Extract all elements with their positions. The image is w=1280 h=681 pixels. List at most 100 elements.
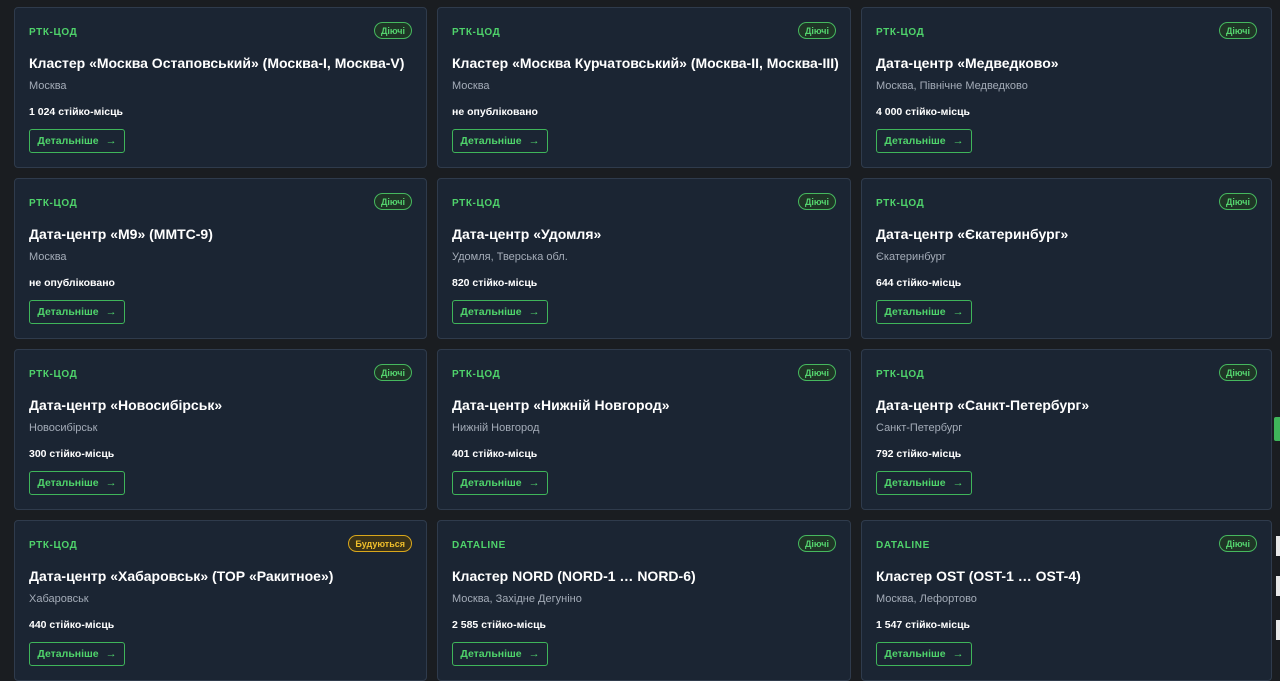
datacenter-card: РТК-ЦОД Діючі Дата-центр «М9» (ММТС-9) М… [14, 178, 427, 339]
card-title: Кластер OST (OST-1 … OST-4) [876, 568, 1081, 584]
arrow-right-icon: → [952, 648, 964, 660]
card-capacity: 440 стійко-місць [29, 619, 115, 631]
details-button[interactable]: Детальніше → [876, 642, 972, 666]
details-button[interactable]: Детальніше → [452, 471, 548, 495]
scrollbar-thumb[interactable] [1276, 620, 1280, 640]
details-button-label: Детальніше [884, 648, 946, 660]
operator-label: DATALINE [876, 540, 930, 551]
card-location: Новосибірськ [29, 422, 98, 434]
details-button[interactable]: Детальніше → [29, 642, 125, 666]
details-button[interactable]: Детальніше → [452, 300, 548, 324]
card-title: Дата-центр «Новосибірськ» [29, 397, 223, 413]
arrow-right-icon: → [528, 477, 540, 489]
card-title: Дата-центр «Медведково» [876, 55, 1059, 71]
card-title: Дата-центр «Удомля» [452, 226, 602, 242]
operator-label: РТК-ЦОД [29, 27, 78, 38]
details-button-label: Детальніше [884, 135, 946, 147]
details-button[interactable]: Детальніше → [29, 129, 125, 153]
card-location: Санкт-Петербург [876, 422, 963, 434]
card-capacity: не опубліковано [29, 277, 115, 289]
details-button[interactable]: Детальніше → [452, 129, 548, 153]
operator-label: РТК-ЦОД [452, 369, 501, 380]
arrow-right-icon: → [105, 306, 117, 318]
operator-label: РТК-ЦОД [876, 369, 925, 380]
status-badge: Діючі [798, 193, 836, 210]
card-location: Москва [452, 80, 490, 92]
datacenter-card-grid: РТК-ЦОД Діючі Кластер «Москва Остаповськ… [14, 7, 1272, 681]
details-button-label: Детальніше [460, 135, 522, 147]
arrow-right-icon: → [105, 135, 117, 147]
status-badge: Діючі [798, 364, 836, 381]
card-capacity: 300 стійко-місць [29, 448, 115, 460]
arrow-right-icon: → [952, 477, 964, 489]
status-badge: Діючі [1219, 22, 1257, 39]
arrow-right-icon: → [105, 477, 117, 489]
scrollbar-thumb[interactable] [1276, 536, 1280, 556]
details-button[interactable]: Детальніше → [29, 300, 125, 324]
datacenter-card: РТК-ЦОД Діючі Кластер «Москва Остаповськ… [14, 7, 427, 168]
card-capacity: 792 стійко-місць [876, 448, 962, 460]
status-badge: Діючі [1219, 535, 1257, 552]
card-capacity: 820 стійко-місць [452, 277, 538, 289]
card-title: Кластер NORD (NORD-1 … NORD-6) [452, 568, 696, 584]
status-badge: Будуються [348, 535, 412, 552]
card-title: Дата-центр «Єкатеринбург» [876, 226, 1069, 242]
card-location: Москва, Північне Медведково [876, 80, 1028, 92]
card-location: Хабаровськ [29, 593, 89, 605]
card-title: Дата-центр «М9» (ММТС-9) [29, 226, 213, 242]
status-badge: Діючі [1219, 364, 1257, 381]
operator-label: DATALINE [452, 540, 506, 551]
details-button-label: Детальніше [460, 477, 522, 489]
card-capacity: 1 547 стійко-місць [876, 619, 971, 631]
datacenter-card: РТК-ЦОД Діючі Дата-центр «Медведково» Мо… [861, 7, 1272, 168]
card-location: Москва [29, 251, 67, 263]
arrow-right-icon: → [105, 648, 117, 660]
card-capacity: 1 024 стійко-місць [29, 106, 124, 118]
arrow-right-icon: → [528, 135, 540, 147]
status-badge: Діючі [374, 364, 412, 381]
status-badge: Діючі [374, 22, 412, 39]
datacenter-card: РТК-ЦОД Діючі Дата-центр «Удомля» Удомля… [437, 178, 851, 339]
datacenter-card: РТК-ЦОД Діючі Кластер «Москва Курчатовсь… [437, 7, 851, 168]
datacenter-card: DATALINE Діючі Кластер OST (OST-1 … OST-… [861, 520, 1272, 681]
datacenter-card: DATALINE Діючі Кластер NORD (NORD-1 … NO… [437, 520, 851, 681]
details-button-label: Детальніше [460, 648, 522, 660]
card-capacity: 401 стійко-місць [452, 448, 538, 460]
arrow-right-icon: → [528, 648, 540, 660]
details-button[interactable]: Детальніше → [876, 129, 972, 153]
details-button-label: Детальніше [460, 306, 522, 318]
arrow-right-icon: → [952, 135, 964, 147]
details-button-label: Детальніше [884, 306, 946, 318]
card-capacity: 644 стійко-місць [876, 277, 962, 289]
details-button[interactable]: Детальніше → [876, 471, 972, 495]
datacenter-card: РТК-ЦОД Діючі Дата-центр «Новосибірськ» … [14, 349, 427, 510]
operator-label: РТК-ЦОД [29, 540, 78, 551]
scrollbar[interactable] [1275, 536, 1280, 662]
card-location: Єкатеринбург [876, 251, 946, 263]
scrollbar-thumb[interactable] [1276, 576, 1280, 596]
card-title: Кластер «Москва Остаповський» (Москва-I,… [29, 55, 405, 71]
card-location: Москва [29, 80, 67, 92]
details-button-label: Детальніше [884, 477, 946, 489]
side-feedback-tab[interactable] [1274, 417, 1280, 441]
datacenter-card: РТК-ЦОД Діючі Дата-центр «Нижній Новгоро… [437, 349, 851, 510]
card-title: Дата-центр «Нижній Новгород» [452, 397, 670, 413]
status-badge: Діючі [374, 193, 412, 210]
datacenter-card: РТК-ЦОД Діючі Дата-центр «Єкатеринбург» … [861, 178, 1272, 339]
card-location: Москва, Лефортово [876, 593, 977, 605]
operator-label: РТК-ЦОД [876, 27, 925, 38]
details-button[interactable]: Детальніше → [876, 300, 972, 324]
status-badge: Діючі [798, 22, 836, 39]
details-button-label: Детальніше [37, 306, 99, 318]
card-location: Удомля, Тверська обл. [452, 251, 568, 263]
operator-label: РТК-ЦОД [452, 27, 501, 38]
details-button-label: Детальніше [37, 648, 99, 660]
card-title: Дата-центр «Санкт-Петербург» [876, 397, 1090, 413]
card-location: Москва, Західне Дегуніно [452, 593, 582, 605]
card-capacity: не опубліковано [452, 106, 538, 118]
status-badge: Діючі [798, 535, 836, 552]
datacenter-card: РТК-ЦОД Будуються Дата-центр «Хабаровськ… [14, 520, 427, 681]
details-button[interactable]: Детальніше → [452, 642, 548, 666]
details-button[interactable]: Детальніше → [29, 471, 125, 495]
operator-label: РТК-ЦОД [452, 198, 501, 209]
